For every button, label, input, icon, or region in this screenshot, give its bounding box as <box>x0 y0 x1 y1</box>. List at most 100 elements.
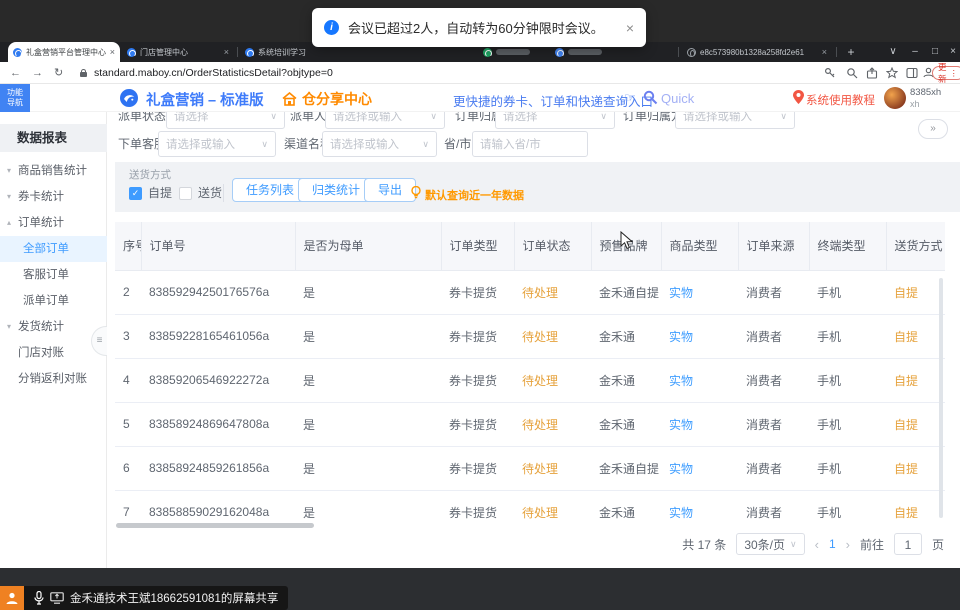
tab-favicon-icon <box>483 48 492 57</box>
function-nav-toggle[interactable]: 功能 导航 <box>0 84 30 112</box>
triangle-down-icon: ▾ <box>7 314 11 340</box>
sidebar-item-rebate-reconcile[interactable]: 分销返利对账 <box>0 366 107 392</box>
reload-icon[interactable]: ↻ <box>54 62 63 84</box>
person-icon <box>5 591 19 605</box>
screen-share-pill: 金禾通技术王斌18662591081的屏幕共享 <box>24 586 288 610</box>
goto-page-input[interactable]: 1 <box>894 533 922 555</box>
pickup-checkbox[interactable]: ✓ <box>129 187 142 200</box>
tab-title-obscured <box>496 49 530 55</box>
share-center-link[interactable]: 仓分享中心 <box>282 89 372 109</box>
tab-favicon-icon <box>13 48 22 57</box>
quick-search-icon[interactable] <box>643 90 658 110</box>
pickup-label[interactable]: 自提 <box>148 184 172 201</box>
page-size-select[interactable]: 30条/页 ∨ <box>736 533 804 555</box>
forward-icon[interactable]: → <box>32 62 43 84</box>
bottom-bar: 金禾通技术王斌18662591081的屏幕共享 <box>0 568 960 610</box>
sidebar-item-product-sales[interactable]: ▾ 商品销售统计 <box>0 158 107 184</box>
share-icon[interactable] <box>866 67 878 79</box>
col-index: 序号 <box>115 222 141 270</box>
tab-title-obscured <box>568 49 602 55</box>
table-row[interactable]: 683858924859261856a 是券卡提货 待处理金禾通自提 实物消费者… <box>115 446 945 490</box>
tab-close-icon[interactable]: × <box>822 47 827 57</box>
task-list-button[interactable]: 任务列表 <box>232 178 308 202</box>
sidebar-item-dispatch-orders[interactable]: 派单订单 <box>0 288 107 314</box>
chevron-down-icon: ∨ <box>270 111 277 122</box>
meeting-toast: i 会议已超过2人，自动转为60分钟限时会议。 × <box>312 8 646 47</box>
bookmark-star-icon[interactable] <box>886 67 898 79</box>
sidebar-item-all-orders[interactable]: 全部订单 <box>0 236 107 262</box>
toast-close-icon[interactable]: × <box>626 20 634 36</box>
chevron-down-icon: ∨ <box>422 139 429 150</box>
col-is-parent: 是否为母单 <box>295 222 441 270</box>
browser-tab-active[interactable]: 礼盒营销平台管理中心 × <box>8 42 120 62</box>
update-label: 更新 <box>938 61 947 85</box>
url-text[interactable]: standard.maboy.cn/OrderStatisticsDetail?… <box>94 62 333 84</box>
tutorial-link[interactable]: 系统使用教程 <box>806 92 875 108</box>
orders-table: 序号 订单号 是否为母单 订单类型 订单状态 预售品牌 商品类型 订单来源 终端… <box>115 222 945 522</box>
window-close-button[interactable]: × <box>944 42 960 62</box>
table-row[interactable]: 583858924869647808a 是券卡提货 待处理金禾通 实物消费者 手… <box>115 402 945 446</box>
filter-province-input[interactable]: 请输入省/市 <box>472 131 588 157</box>
sidebar-item-service-orders[interactable]: 客服订单 <box>0 262 107 288</box>
table-header: 序号 订单号 是否为母单 订单类型 订单状态 预售品牌 商品类型 订单来源 终端… <box>115 222 945 270</box>
table-row[interactable]: 383859228165461056a 是券卡提货 待处理金禾通 实物消费者 手… <box>115 314 945 358</box>
tab-divider <box>237 47 238 57</box>
expand-filters-button[interactable]: » <box>918 119 948 139</box>
table-row[interactable]: 283859294250176576a 是券卡提货 待处理金禾通自提 实物消费者… <box>115 270 945 314</box>
chevron-down-icon: ∨ <box>600 111 607 122</box>
quick-label[interactable]: Quick <box>661 91 694 106</box>
app-logo-icon <box>120 89 138 107</box>
tab-close-icon[interactable]: × <box>224 47 229 57</box>
sidebar-section-title: 数据报表 <box>0 124 107 152</box>
tab-divider <box>678 47 679 57</box>
export-button[interactable]: 导出 <box>364 178 416 202</box>
back-icon[interactable]: ← <box>10 62 21 84</box>
tab-divider <box>836 47 837 57</box>
window-menu-icon[interactable]: ∨ <box>884 42 902 62</box>
password-key-icon[interactable] <box>824 67 836 79</box>
share-user-badge <box>0 586 24 610</box>
chrome-update-button[interactable]: 更新 ⋮ <box>932 66 960 80</box>
app-header: 功能 导航 礼盒营销 – 标准版 仓分享中心 更快捷的券卡、订单和快递查询入口 … <box>0 84 960 112</box>
prev-page-icon[interactable]: ‹ <box>815 537 819 552</box>
current-page[interactable]: 1 <box>829 537 836 551</box>
filter-service-select[interactable]: 请选择或输入 ∨ <box>158 131 276 157</box>
zoom-search-icon[interactable] <box>846 67 858 79</box>
filter-channel-select[interactable]: 请选择或输入 ∨ <box>322 131 437 157</box>
side-panel-icon[interactable] <box>906 67 918 79</box>
table-row[interactable]: 483859206546922272a 是券卡提货 待处理金禾通 实物消费者 手… <box>115 358 945 402</box>
page-unit-label: 页 <box>932 536 944 553</box>
bulb-icon <box>411 186 421 204</box>
mouse-cursor <box>620 231 633 255</box>
browser-urlbar: ← → ↻ standard.maboy.cn/OrderStatisticsD… <box>0 62 960 84</box>
table-row[interactable]: 783858859029162048a 是券卡提货 待处理金禾通 实物消费者 手… <box>115 490 945 522</box>
tab-favicon-icon <box>245 48 254 57</box>
new-tab-button[interactable]: + <box>842 42 860 62</box>
lock-icon[interactable] <box>80 69 87 77</box>
col-order-status: 订单状态 <box>514 222 591 270</box>
menu-icon: ≡ <box>97 335 103 346</box>
screen-share-text: 金禾通技术王斌18662591081的屏幕共享 <box>70 590 278 606</box>
house-icon <box>282 92 297 106</box>
toast-message: 会议已超过2人，自动转为60分钟限时会议。 <box>348 18 604 37</box>
window-maximize-button[interactable]: □ <box>926 42 944 62</box>
delivery-checkbox[interactable] <box>179 187 192 200</box>
browser-tab[interactable]: 门店管理中心 × <box>122 42 234 62</box>
browser-tab[interactable]: e8c573980b1328a258fd2e61 × <box>682 42 832 62</box>
sidebar-item-coupon-stats[interactable]: ▾ 券卡统计 <box>0 184 107 210</box>
sidebar-item-order-stats[interactable]: ▴ 订单统计 <box>0 210 107 236</box>
vertical-scrollbar[interactable] <box>939 278 943 518</box>
delivery-method-label: 送货方式 <box>129 167 171 182</box>
category-stats-button[interactable]: 归类统计 <box>298 178 374 202</box>
window-minimize-button[interactable]: – <box>906 42 924 62</box>
microphone-icon <box>34 591 44 605</box>
horizontal-scrollbar[interactable] <box>116 523 314 528</box>
divider <box>223 184 224 202</box>
delivery-label[interactable]: 送货 <box>198 184 222 201</box>
user-avatar[interactable] <box>884 87 906 109</box>
tab-favicon-icon <box>555 48 564 57</box>
user-name: 8385xh xh <box>910 87 941 110</box>
tab-close-icon[interactable]: × <box>110 47 115 57</box>
next-page-icon[interactable]: › <box>846 537 850 552</box>
tab-title: 礼盒营销平台管理中心 <box>26 47 106 58</box>
